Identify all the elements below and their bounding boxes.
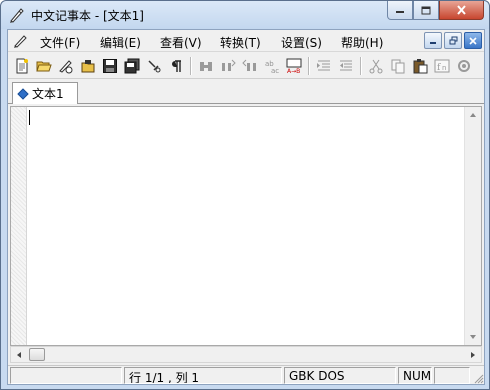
save-icon[interactable] <box>100 56 120 76</box>
open-recent-icon[interactable] <box>56 56 76 76</box>
convert-ab-icon[interactable]: A→B <box>284 56 304 76</box>
status-extra <box>434 367 470 384</box>
document-restore-button[interactable] <box>444 32 462 49</box>
scroll-left-icon[interactable] <box>11 347 27 362</box>
minimize-icon <box>430 41 436 44</box>
menu-view[interactable]: 查看(V) <box>160 34 202 51</box>
horizontal-scroll-thumb[interactable] <box>29 348 45 361</box>
close-button[interactable] <box>439 1 484 20</box>
cut-icon[interactable] <box>366 56 386 76</box>
document-controls <box>424 32 482 49</box>
window-title: 中文记事本 - [文本1] <box>31 9 144 23</box>
svg-text:A→B: A→B <box>287 68 300 74</box>
toolbar-separator <box>308 57 310 75</box>
status-encoding: GBK DOS <box>284 367 396 384</box>
restore-icon <box>449 36 457 45</box>
close-icon <box>469 36 477 45</box>
new-file-icon[interactable] <box>12 56 32 76</box>
toolbar: ab ac A→B fn <box>8 53 484 79</box>
font-icon[interactable]: fn <box>432 56 452 76</box>
settings-icon[interactable] <box>454 56 474 76</box>
menu-edit[interactable]: 编辑(E) <box>100 34 141 51</box>
document-close-button[interactable] <box>464 32 482 49</box>
document-tabs: 文本1 <box>8 80 484 104</box>
status-bar: 行 1/1 , 列 1 GBK DOS NUM <box>8 365 484 384</box>
status-message <box>10 367 122 384</box>
find-next-icon[interactable] <box>218 56 238 76</box>
document-minimize-button[interactable] <box>424 32 442 49</box>
outdent-icon[interactable] <box>336 56 356 76</box>
scroll-right-icon[interactable] <box>465 347 481 362</box>
scroll-down-icon[interactable] <box>465 329 481 345</box>
toolbar-separator <box>360 57 362 75</box>
maximize-button[interactable] <box>413 1 439 20</box>
menu-help[interactable]: 帮助(H) <box>341 34 383 51</box>
replace-icon[interactable]: ab ac <box>262 56 282 76</box>
tools-icon[interactable] <box>144 56 164 76</box>
status-cursor-position: 行 1/1 , 列 1 <box>124 367 282 384</box>
unlock-open-icon[interactable] <box>78 56 98 76</box>
save-all-icon[interactable] <box>122 56 142 76</box>
resize-grip-icon[interactable] <box>472 372 484 384</box>
app-window: 中文记事本 - [文本1] 文件(F) 编辑(E) 查看(V) 转换(T) 设置… <box>0 0 490 390</box>
close-icon <box>457 5 466 15</box>
title-bar[interactable]: 中文记事本 - [文本1] <box>1 1 489 29</box>
app-quill-icon <box>8 6 26 24</box>
toolbar-separator <box>190 57 192 75</box>
status-numlock: NUM <box>398 367 432 384</box>
maximize-icon <box>421 6 431 14</box>
tab-label: 文本1 <box>32 87 64 101</box>
menu-convert[interactable]: 转换(T) <box>220 34 261 51</box>
scroll-up-icon[interactable] <box>465 107 481 123</box>
minimize-icon <box>396 11 404 13</box>
minimize-button[interactable] <box>387 1 413 20</box>
text-caret <box>29 110 30 125</box>
menu-settings[interactable]: 设置(S) <box>281 34 322 51</box>
client-area: 文件(F) 编辑(E) 查看(V) 转换(T) 设置(S) 帮助(H) ab a… <box>7 29 485 385</box>
window-controls <box>387 1 484 20</box>
indent-icon[interactable] <box>314 56 334 76</box>
text-editor[interactable] <box>10 106 482 346</box>
tab-document[interactable]: 文本1 <box>12 82 78 104</box>
horizontal-scrollbar[interactable] <box>10 346 482 363</box>
find-prev-icon[interactable] <box>240 56 260 76</box>
menu-file[interactable]: 文件(F) <box>40 34 80 51</box>
find-icon[interactable] <box>196 56 216 76</box>
document-marker-icon <box>17 87 29 100</box>
paragraph-icon[interactable] <box>166 56 186 76</box>
svg-text:n: n <box>442 64 446 72</box>
vertical-scrollbar[interactable] <box>464 107 481 345</box>
editor-gutter <box>11 107 27 345</box>
open-folder-icon[interactable] <box>34 56 54 76</box>
copy-icon[interactable] <box>388 56 408 76</box>
menu-bar: 文件(F) 编辑(E) 查看(V) 转换(T) 设置(S) 帮助(H) <box>8 30 484 52</box>
paste-icon[interactable] <box>410 56 430 76</box>
svg-text:ac: ac <box>271 67 279 74</box>
document-quill-icon[interactable] <box>13 33 29 49</box>
